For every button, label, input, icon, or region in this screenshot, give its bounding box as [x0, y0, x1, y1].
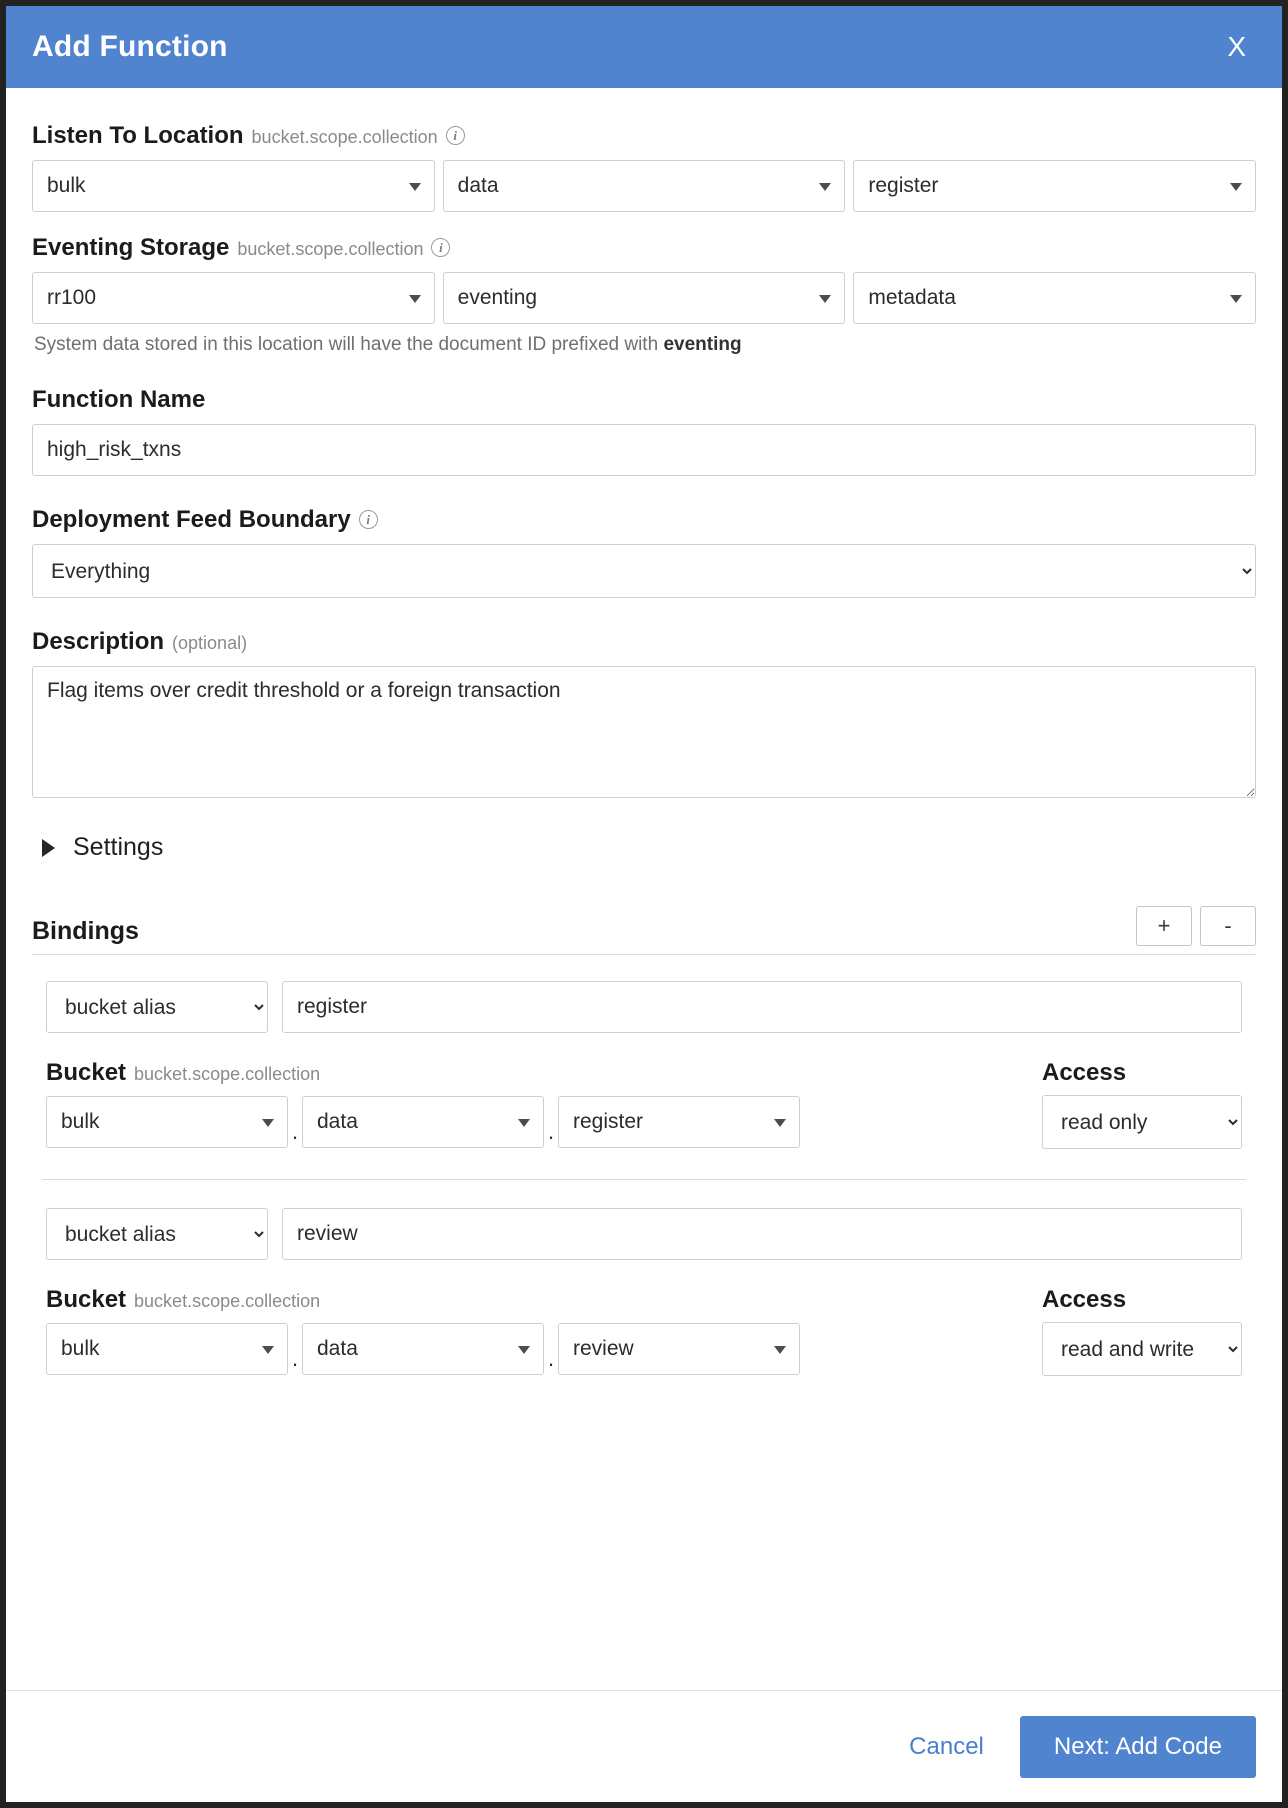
binding-scope-select[interactable]: data — [302, 1096, 544, 1148]
cancel-button[interactable]: Cancel — [899, 1727, 994, 1767]
binding-access-label: Access — [1042, 1286, 1242, 1314]
binding-bucket-row: bulk . data . review read and write — [46, 1322, 1242, 1376]
binding-type-select[interactable]: bucket alias — [46, 981, 268, 1033]
binding-bucket-header: Bucket bucket.scope.collection Access — [46, 1286, 1242, 1314]
info-icon[interactable]: i — [431, 238, 450, 257]
binding-access-select[interactable]: read and write — [1042, 1322, 1242, 1376]
description-textarea[interactable]: Flag items over credit threshold or a fo… — [32, 666, 1256, 798]
dot-separator: . — [544, 1348, 558, 1370]
dialog-titlebar: Add Function X — [6, 6, 1282, 88]
binding-access-select[interactable]: read only — [1042, 1095, 1242, 1149]
binding-alias-row: bucket alias — [46, 981, 1242, 1033]
chevron-right-icon — [42, 839, 55, 857]
eventing-storage-note-prefix: eventing — [663, 334, 741, 355]
next-add-code-button[interactable]: Next: Add Code — [1020, 1716, 1256, 1778]
binding-alias-input[interactable] — [282, 1208, 1242, 1260]
binding-collection-select[interactable]: review — [558, 1323, 800, 1375]
eventing-storage-note: System data stored in this location will… — [34, 334, 1256, 356]
deployment-feed-boundary-title: Deployment Feed Boundary — [32, 506, 351, 534]
bindings-section: Bindings + - bucket alias Bucket bucket.… — [32, 906, 1256, 1376]
deployment-feed-boundary-section: Deployment Feed Boundary i Everything — [32, 506, 1256, 598]
binding-bucket-select[interactable]: bulk — [46, 1323, 288, 1375]
dot-separator: . — [288, 1348, 302, 1370]
eventing-bucket-select[interactable]: rr100 — [32, 272, 435, 324]
listen-collection-select[interactable]: register — [853, 160, 1256, 212]
bindings-title: Bindings — [32, 917, 139, 946]
listen-to-location-hint: bucket.scope.collection — [252, 127, 438, 148]
eventing-storage-hint: bucket.scope.collection — [237, 239, 423, 260]
description-section: Description (optional) Flag items over c… — [32, 628, 1256, 803]
dialog-footer: Cancel Next: Add Code — [6, 1690, 1282, 1802]
binding-scope-select[interactable]: data — [302, 1323, 544, 1375]
remove-binding-button[interactable]: - — [1200, 906, 1256, 946]
binding-alias-input[interactable] — [282, 981, 1242, 1033]
listen-to-location-title: Listen To Location — [32, 122, 244, 150]
binding-bucket-hint: bucket.scope.collection — [134, 1064, 320, 1085]
listen-scope-select[interactable]: data — [443, 160, 846, 212]
binding-bucket-select[interactable]: bulk — [46, 1096, 288, 1148]
function-name-input[interactable] — [32, 424, 1256, 476]
eventing-collection-select[interactable]: metadata — [853, 272, 1256, 324]
function-name-label: Function Name — [32, 386, 1256, 414]
add-binding-button[interactable]: + — [1136, 906, 1192, 946]
add-function-dialog: Add Function X Listen To Location bucket… — [0, 0, 1288, 1808]
info-icon[interactable]: i — [359, 510, 378, 529]
dot-separator: . — [288, 1121, 302, 1143]
eventing-scope-select[interactable]: eventing — [443, 272, 846, 324]
eventing-storage-title: Eventing Storage — [32, 234, 229, 262]
binding-access-label: Access — [1042, 1059, 1242, 1087]
listen-bucket-select[interactable]: bulk — [32, 160, 435, 212]
listen-to-location-selects: bulk data register — [32, 160, 1256, 212]
bindings-divider — [32, 954, 1256, 955]
info-icon[interactable]: i — [446, 126, 465, 145]
binding-divider — [42, 1179, 1246, 1180]
function-name-title: Function Name — [32, 386, 205, 414]
settings-label: Settings — [73, 833, 163, 862]
listen-to-location-label: Listen To Location bucket.scope.collecti… — [32, 122, 1256, 150]
binding-bucket-row: bulk . data . register read only — [46, 1095, 1242, 1149]
eventing-storage-section: Eventing Storage bucket.scope.collection… — [32, 234, 1256, 356]
binding-bucket-label: Bucket — [46, 1286, 126, 1314]
close-icon[interactable]: X — [1217, 29, 1256, 65]
binding-bucket-label: Bucket — [46, 1059, 126, 1087]
eventing-storage-note-text: System data stored in this location will… — [34, 334, 658, 355]
eventing-storage-label: Eventing Storage bucket.scope.collection… — [32, 234, 1256, 262]
description-label: Description (optional) — [32, 628, 1256, 656]
description-optional: (optional) — [172, 633, 247, 654]
bindings-header: Bindings + - — [32, 906, 1256, 954]
binding-row: bucket alias Bucket bucket.scope.collect… — [32, 981, 1256, 1149]
deployment-feed-boundary-label: Deployment Feed Boundary i — [32, 506, 1256, 534]
description-title: Description — [32, 628, 164, 656]
binding-collection-select[interactable]: register — [558, 1096, 800, 1148]
dialog-body: Listen To Location bucket.scope.collecti… — [6, 88, 1282, 1690]
bindings-controls: + - — [1136, 906, 1256, 946]
dialog-title: Add Function — [32, 30, 228, 64]
eventing-storage-selects: rr100 eventing metadata — [32, 272, 1256, 324]
binding-bucket-hint: bucket.scope.collection — [134, 1291, 320, 1312]
binding-row: bucket alias Bucket bucket.scope.collect… — [32, 1208, 1256, 1376]
dot-separator: . — [544, 1121, 558, 1143]
binding-bucket-header: Bucket bucket.scope.collection Access — [46, 1059, 1242, 1087]
binding-type-select[interactable]: bucket alias — [46, 1208, 268, 1260]
binding-alias-row: bucket alias — [46, 1208, 1242, 1260]
deployment-feed-boundary-select[interactable]: Everything — [32, 544, 1256, 598]
listen-to-location-section: Listen To Location bucket.scope.collecti… — [32, 122, 1256, 212]
settings-toggle[interactable]: Settings — [42, 833, 163, 862]
function-name-section: Function Name — [32, 386, 1256, 476]
